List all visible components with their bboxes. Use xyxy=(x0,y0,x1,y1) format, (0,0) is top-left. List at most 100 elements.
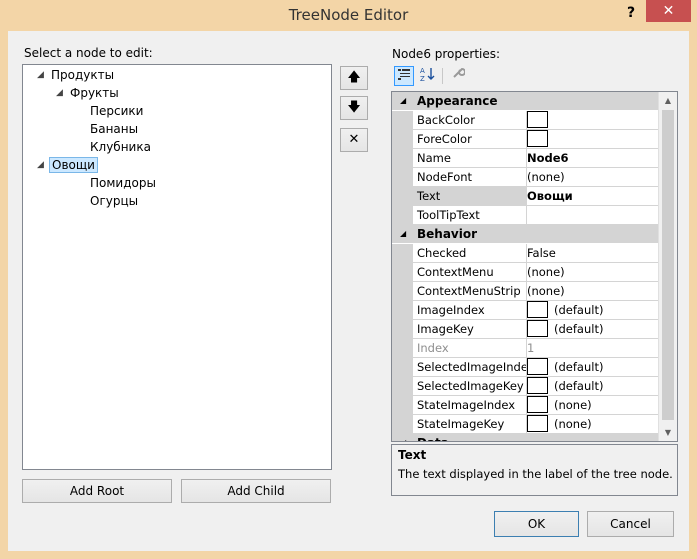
alphabetical-view-button[interactable]: AZ xyxy=(418,66,438,86)
property-grid-scrollbar[interactable]: ▲ ▼ xyxy=(658,92,677,441)
property-description-panel: Text The text displayed in the label of … xyxy=(391,444,678,496)
property-value[interactable]: Node6 xyxy=(524,149,661,168)
property-value-text: 1 xyxy=(527,341,535,355)
property-value[interactable]: (default) xyxy=(524,320,661,339)
expand-arrow-icon[interactable]: ◢ xyxy=(37,67,44,84)
property-name: Checked xyxy=(413,244,527,263)
tree-node-label: Огурцы xyxy=(90,194,139,208)
property-value-text: (none) xyxy=(554,417,592,431)
property-value[interactable]: False xyxy=(524,244,661,263)
row-gutter xyxy=(392,206,413,225)
category-name: Behavior xyxy=(417,227,478,241)
property-row[interactable]: Text Овощи xyxy=(392,187,661,206)
property-value[interactable]: (none) xyxy=(524,415,661,434)
property-value[interactable] xyxy=(524,111,661,130)
property-value[interactable]: (default) xyxy=(524,358,661,377)
collapse-arrow-icon[interactable]: ◢ xyxy=(400,434,406,441)
row-gutter xyxy=(392,339,413,358)
property-value[interactable]: 1 xyxy=(524,339,661,358)
delete-node-button[interactable]: ✕ xyxy=(340,128,368,152)
category-header[interactable]: ◢ Behavior xyxy=(392,225,658,243)
property-value[interactable]: (none) xyxy=(524,396,661,415)
property-row[interactable]: Name Node6 xyxy=(392,149,661,168)
tree-node[interactable]: Огурцы xyxy=(88,193,140,210)
move-down-button[interactable]: 🡇 xyxy=(340,96,368,120)
property-name: BackColor xyxy=(413,111,527,130)
tree-node[interactable]: Персики xyxy=(88,103,145,120)
property-grid[interactable]: ◢ Appearance BackColor ForeColor Name Node6 No… xyxy=(391,91,678,442)
tree-node[interactable]: Клубника xyxy=(88,139,153,156)
property-row[interactable]: BackColor xyxy=(392,111,661,130)
property-row[interactable]: NodeFont (none) xyxy=(392,168,661,187)
property-value[interactable] xyxy=(524,130,661,149)
property-row[interactable]: StateImageKey (none) xyxy=(392,415,661,434)
property-name: NodeFont xyxy=(413,168,527,187)
scroll-down-icon[interactable]: ▼ xyxy=(659,424,677,441)
ok-button[interactable]: OK xyxy=(494,511,579,537)
property-value-text: (none) xyxy=(527,265,565,279)
row-gutter xyxy=(392,263,413,282)
property-row[interactable]: Index 1 xyxy=(392,339,661,358)
add-child-button[interactable]: Add Child xyxy=(181,479,331,503)
row-gutter xyxy=(392,358,413,377)
property-row[interactable]: ToolTipText xyxy=(392,206,661,225)
property-name: ImageKey xyxy=(413,320,527,339)
select-node-label: Select a node to edit: xyxy=(24,46,153,60)
tree-node[interactable]: ◢ Продукты xyxy=(37,67,116,84)
tree-node-label: Бананы xyxy=(90,122,139,136)
scroll-up-icon[interactable]: ▲ xyxy=(659,92,677,109)
property-row[interactable]: ContextMenuStrip (none) xyxy=(392,282,661,301)
close-button[interactable]: ✕ xyxy=(646,0,691,22)
expand-arrow-icon[interactable]: ◢ xyxy=(56,85,63,102)
tree-node[interactable]: Бананы xyxy=(88,121,140,138)
move-up-button[interactable]: 🡅 xyxy=(340,66,368,90)
wrench-icon xyxy=(453,67,466,78)
arrow-up-icon: 🡅 xyxy=(347,70,361,85)
category-header[interactable]: ◢ Data xyxy=(392,434,658,441)
property-value[interactable]: Овощи xyxy=(524,187,661,206)
property-row[interactable]: ContextMenu (none) xyxy=(392,263,661,282)
collapse-arrow-icon[interactable]: ◢ xyxy=(400,225,406,243)
node-tree[interactable]: ◢ Продукты ◢ Фрукты Персики Бананы Клубника ◢ Ов… xyxy=(22,64,332,470)
categorized-view-button[interactable] xyxy=(394,66,414,86)
property-row[interactable]: Checked False xyxy=(392,244,661,263)
property-row[interactable]: SelectedImageKey (default) xyxy=(392,377,661,396)
collapse-arrow-icon[interactable]: ◢ xyxy=(400,92,406,110)
add-root-button[interactable]: Add Root xyxy=(22,479,172,503)
title-bar[interactable]: TreeNode Editor ? ✕ xyxy=(0,0,697,30)
scroll-thumb[interactable] xyxy=(662,110,674,420)
property-row[interactable]: SelectedImageIndex (default) xyxy=(392,358,661,377)
svg-text:Z: Z xyxy=(420,75,425,82)
property-value[interactable] xyxy=(524,206,661,225)
property-pages-button[interactable] xyxy=(448,66,468,86)
property-value[interactable]: (none) xyxy=(524,263,661,282)
tree-node[interactable]: ◢ Фрукты xyxy=(56,85,121,102)
expand-arrow-icon[interactable]: ◢ xyxy=(37,157,44,174)
cancel-button[interactable]: Cancel xyxy=(587,511,674,537)
row-gutter xyxy=(392,377,413,396)
delete-icon: ✕ xyxy=(348,132,360,147)
property-value[interactable]: (none) xyxy=(524,168,661,187)
help-button[interactable]: ? xyxy=(620,2,642,24)
property-name: SelectedImageKey xyxy=(413,377,527,396)
image-swatch-icon xyxy=(527,358,548,375)
property-value[interactable]: (default) xyxy=(524,377,661,396)
property-row[interactable]: StateImageIndex (none) xyxy=(392,396,661,415)
property-value[interactable]: (default) xyxy=(524,301,661,320)
row-gutter xyxy=(392,149,413,168)
row-gutter xyxy=(392,415,413,434)
property-row[interactable]: ImageKey (default) xyxy=(392,320,661,339)
tree-node[interactable]: Помидоры xyxy=(88,175,158,192)
property-row[interactable]: ImageIndex (default) xyxy=(392,301,661,320)
tree-node[interactable]: ◢ Овощи xyxy=(37,157,98,174)
image-swatch-icon xyxy=(527,377,548,394)
property-row[interactable]: ForeColor xyxy=(392,130,661,149)
tree-node-label: Клубника xyxy=(90,140,151,154)
property-name: Name xyxy=(413,149,527,168)
categorized-icon xyxy=(398,69,410,80)
property-name: StateImageIndex xyxy=(413,396,527,415)
image-swatch-icon xyxy=(527,111,548,128)
property-value[interactable]: (none) xyxy=(524,282,661,301)
category-header[interactable]: ◢ Appearance xyxy=(392,92,658,110)
category-name: Data xyxy=(417,434,449,441)
